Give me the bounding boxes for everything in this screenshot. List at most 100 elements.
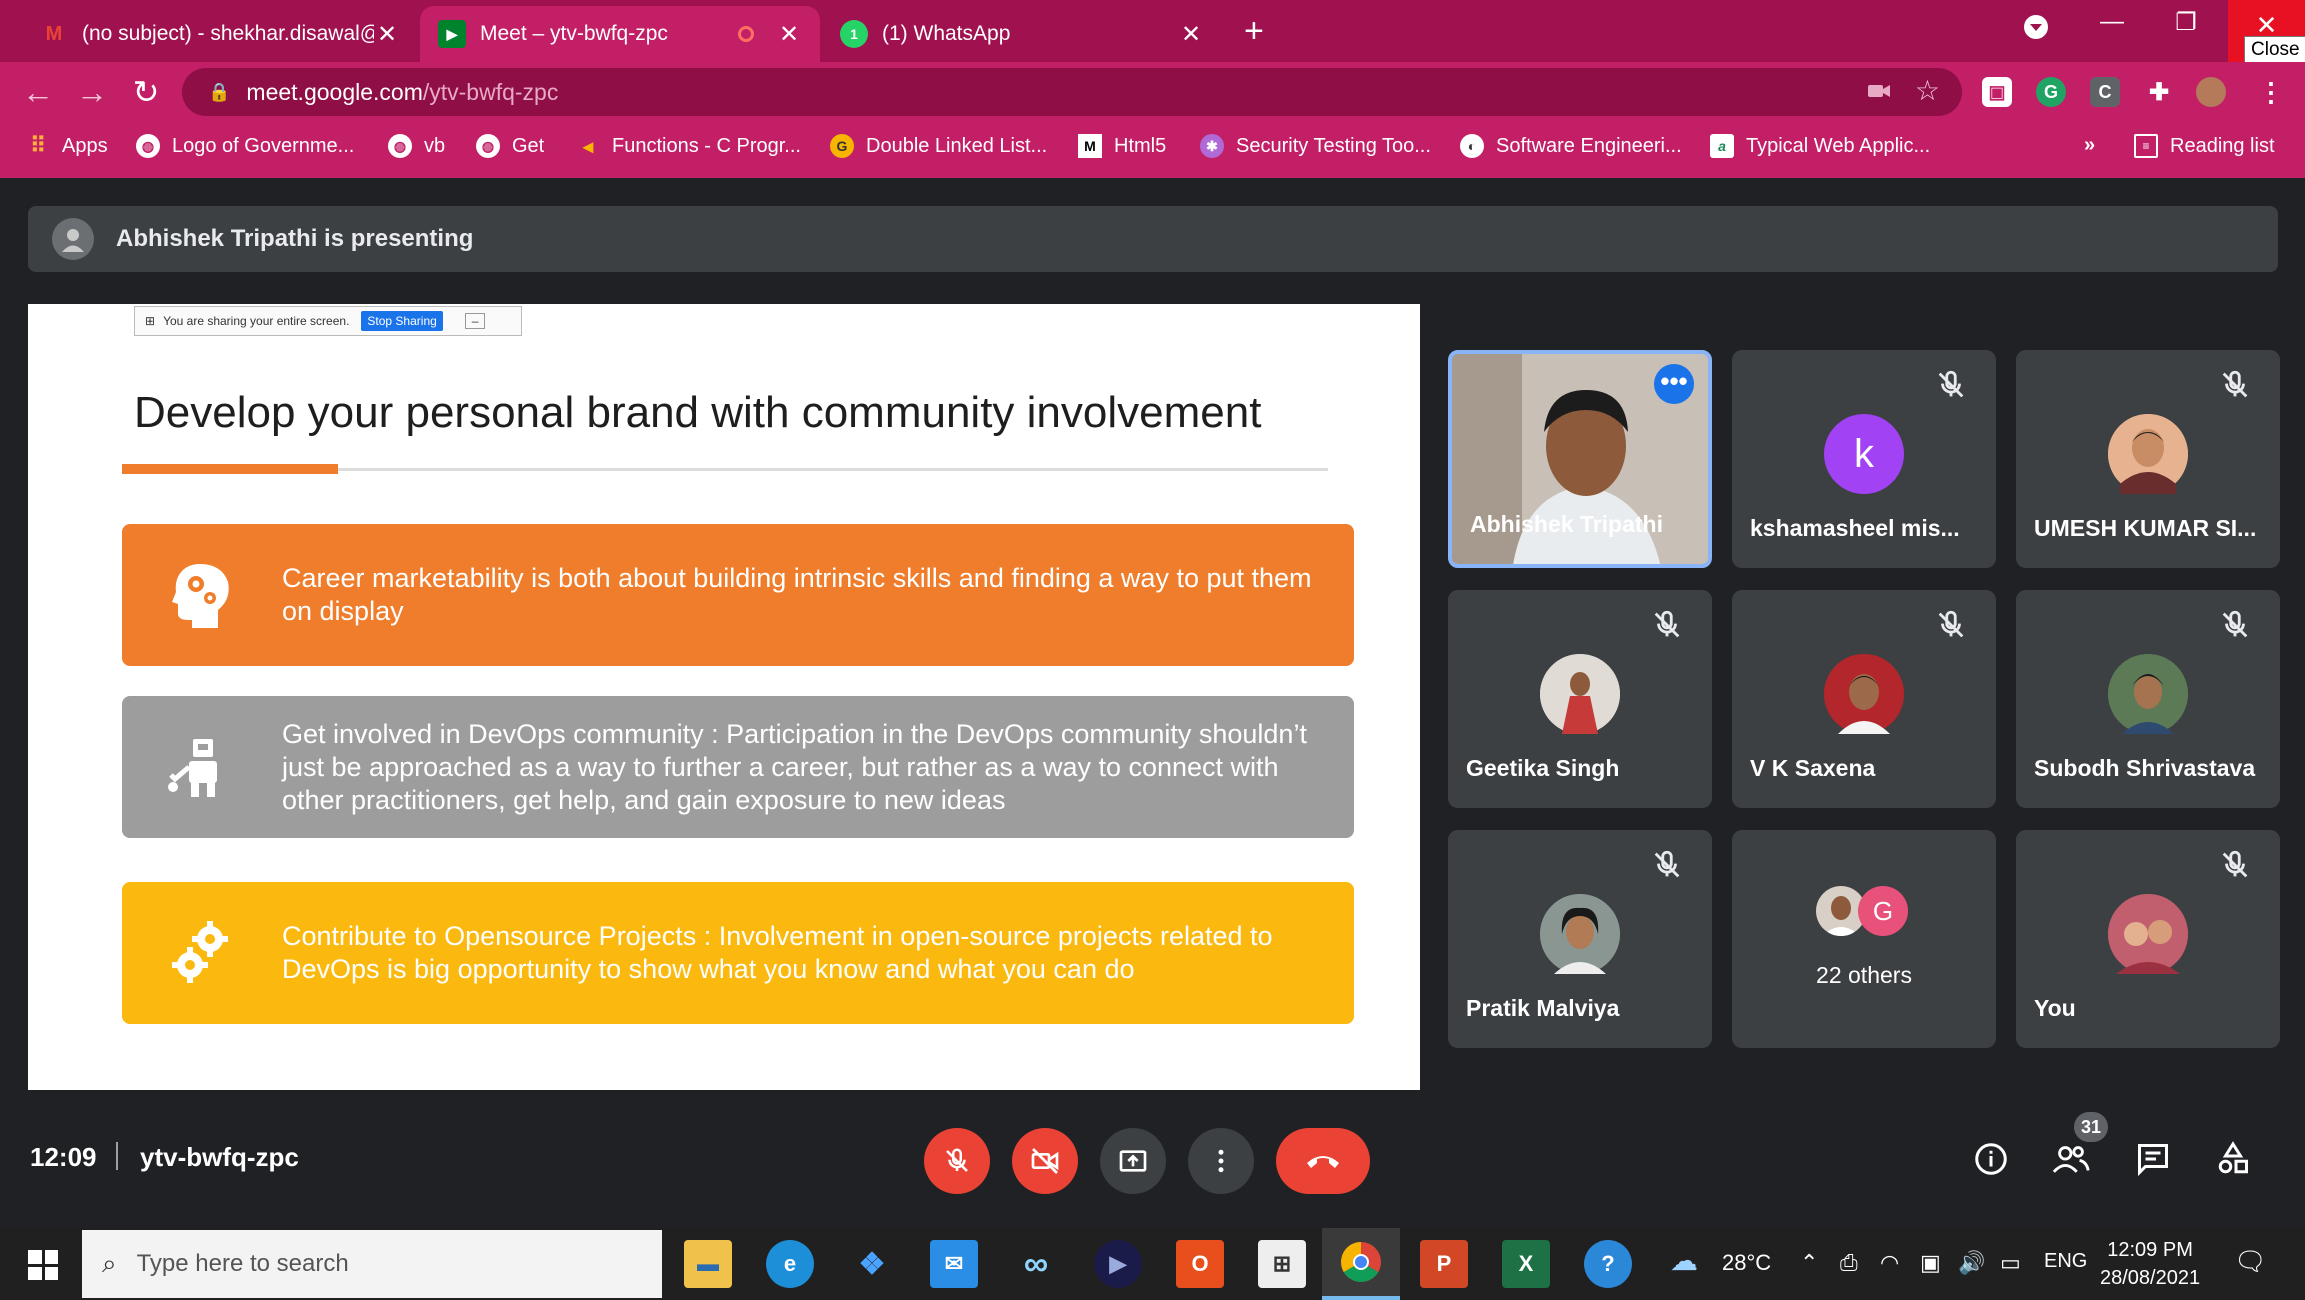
meeting-controls-bar: 12:09 ytv-bwfq-zpc 31 xyxy=(0,1108,2305,1208)
close-tab-icon[interactable]: ✕ xyxy=(1178,20,1204,49)
battery-icon[interactable]: ▭ xyxy=(2000,1250,2021,1276)
volume-icon[interactable]: 🔊 xyxy=(1958,1250,1985,1276)
participant-tile[interactable]: Geetika Singh xyxy=(1448,590,1712,808)
camera-off-icon xyxy=(1031,1148,1059,1174)
dropbox-icon[interactable]: ❖ xyxy=(848,1240,896,1288)
camera-in-use-icon[interactable] xyxy=(1866,78,1892,110)
lock-icon: 🔒 xyxy=(208,81,231,102)
profile-dropdown-icon[interactable] xyxy=(2016,14,2056,47)
globe-icon: ◍ xyxy=(476,134,500,158)
reload-button[interactable]: ↻ xyxy=(126,72,166,112)
mic-off-icon xyxy=(1654,850,1680,878)
media-player-icon[interactable]: ▶ xyxy=(1094,1240,1142,1288)
participant-tile[interactable]: k kshamasheel mis... xyxy=(1732,350,1996,568)
globe-icon: ◍ xyxy=(136,134,160,158)
bookmark-get[interactable]: ◍ Get xyxy=(476,134,544,158)
close-tab-icon[interactable]: ✕ xyxy=(776,20,802,49)
weather-cloud-icon[interactable]: ☁ xyxy=(1670,1244,1698,1277)
chrome-icon xyxy=(1341,1242,1381,1282)
mail-icon[interactable]: ✉ xyxy=(930,1240,978,1288)
infinity-app-icon[interactable]: ∞ xyxy=(1012,1240,1060,1288)
bookmark-logo-of-government[interactable]: ◍ Logo of Governme... xyxy=(136,134,354,158)
chrome-menu-icon[interactable]: ⋮ xyxy=(2256,77,2286,107)
meet-icon: ▶ xyxy=(438,20,466,48)
help-icon[interactable]: ? xyxy=(1584,1240,1632,1288)
bookmark-vb[interactable]: ◍ vb xyxy=(388,134,445,158)
extension-grammarly-icon[interactable]: G xyxy=(2036,77,2066,107)
participant-tile[interactable]: UMESH KUMAR SI... xyxy=(2016,350,2280,568)
present-now-button[interactable] xyxy=(1100,1128,1166,1194)
share-notice-text: You are sharing your entire screen. xyxy=(163,314,350,328)
microphone-toggle-button[interactable] xyxy=(924,1128,990,1194)
whatsapp-icon: 1 xyxy=(840,20,868,48)
bookmark-security-testing[interactable]: ✱ Security Testing Too... xyxy=(1200,134,1431,158)
bookmark-label: Double Linked List... xyxy=(866,134,1048,157)
more-options-icon[interactable]: ••• xyxy=(1654,364,1694,404)
participant-tile-self[interactable]: You xyxy=(2016,830,2280,1048)
presenter-avatar xyxy=(52,218,94,260)
present-screen-icon xyxy=(1119,1150,1147,1172)
tab-gmail[interactable]: M (no subject) - shekhar.disawal@g ✕ xyxy=(22,6,418,62)
notifications-icon[interactable]: 🗨 xyxy=(2234,1246,2267,1277)
wifi-icon[interactable]: ◠ xyxy=(1880,1250,1899,1276)
bookmark-double-linked-list[interactable]: G Double Linked List... xyxy=(830,134,1047,158)
bookmark-functions-c[interactable]: ◂ Functions - C Progr... xyxy=(576,134,801,158)
camera-toggle-button[interactable] xyxy=(1012,1128,1078,1194)
tab-whatsapp[interactable]: 1 (1) WhatsApp ✕ xyxy=(822,6,1222,62)
bookmark-html5[interactable]: M Html5 xyxy=(1078,134,1166,158)
taskbar-search-box[interactable]: ⌕ Type here to search xyxy=(82,1230,662,1298)
gmail-icon: M xyxy=(45,22,63,45)
close-tab-icon[interactable]: ✕ xyxy=(374,20,400,49)
bookmark-star-icon[interactable]: ☆ xyxy=(1915,74,1940,107)
edge-icon[interactable]: e xyxy=(766,1240,814,1288)
activities-button[interactable] xyxy=(2208,1134,2258,1184)
profile-avatar-icon[interactable] xyxy=(2196,77,2226,107)
hide-notice-button[interactable]: – xyxy=(464,313,486,329)
meeting-details-button[interactable] xyxy=(1966,1134,2016,1184)
participant-tile[interactable]: Pratik Malviya xyxy=(1448,830,1712,1048)
forward-button[interactable]: → xyxy=(72,72,112,112)
participant-tile[interactable]: Subodh Shrivastava xyxy=(2016,590,2280,808)
show-hidden-icons-icon[interactable]: ⌃ xyxy=(1800,1250,1818,1276)
bookmark-typical-web-app[interactable]: a Typical Web Applic... xyxy=(1710,134,1930,158)
extension-c-icon[interactable]: C xyxy=(2090,77,2120,107)
windows-start-icon[interactable] xyxy=(28,1250,58,1280)
participant-tile-presenter[interactable]: ••• Abhishek Tripathi xyxy=(1448,350,1712,568)
reading-list-button[interactable]: ≡ Reading list xyxy=(2134,134,2275,158)
chat-button[interactable] xyxy=(2128,1134,2178,1184)
excel-icon[interactable]: X xyxy=(1502,1240,1550,1288)
extensions-puzzle-icon[interactable]: ✚ xyxy=(2144,77,2174,107)
bookmark-apps[interactable]: ⠿ Apps xyxy=(26,133,108,158)
powerpoint-icon[interactable]: P xyxy=(1420,1240,1468,1288)
stop-sharing-button[interactable]: Stop Sharing xyxy=(361,311,443,331)
mic-off-icon xyxy=(1654,610,1680,638)
minimize-button[interactable]: — xyxy=(2092,8,2132,36)
tab-meet[interactable]: ▶ Meet – ytv-bwfq-zpc ✕ xyxy=(420,6,820,62)
office-icon[interactable]: O xyxy=(1176,1240,1224,1288)
avatar xyxy=(1824,654,1904,734)
back-button[interactable]: ← xyxy=(18,72,58,112)
language-indicator[interactable]: ENG xyxy=(2044,1250,2087,1273)
participant-tile-others[interactable]: G 22 others xyxy=(1732,830,1996,1048)
slide-card-career: Career marketability is both about build… xyxy=(122,524,1354,666)
extension-screenshot-icon[interactable]: ▣ xyxy=(1982,77,2012,107)
meet-now-icon[interactable]: ⎙ xyxy=(1840,1250,1858,1276)
leave-call-button[interactable] xyxy=(1276,1128,1370,1194)
bookmark-software-engineering[interactable]: ◐ Software Engineeri... xyxy=(1460,134,1682,158)
more-bookmarks-button[interactable]: » xyxy=(2084,134,2095,157)
url-bar[interactable]: 🔒 meet.google.com/ytv-bwfq-zpc ☆ xyxy=(182,68,1962,116)
system-clock[interactable]: 12:09 PM 28/08/2021 xyxy=(2100,1236,2200,1292)
end-call-icon xyxy=(1307,1156,1339,1168)
network-icon[interactable]: ▣ xyxy=(1920,1250,1941,1276)
file-explorer-icon[interactable]: ▬ xyxy=(684,1240,732,1288)
more-options-button[interactable] xyxy=(1188,1128,1254,1194)
avatar xyxy=(2108,414,2188,494)
apps-grid-icon: ⠿ xyxy=(29,133,47,158)
chrome-taskbar-icon[interactable] xyxy=(1322,1228,1400,1300)
new-tab-button[interactable]: + xyxy=(1244,14,1264,48)
participant-tile[interactable]: V K Saxena xyxy=(1732,590,1996,808)
store-icon[interactable]: ⊞ xyxy=(1258,1240,1306,1288)
restore-button[interactable]: ❐ xyxy=(2166,8,2206,37)
weather-temperature[interactable]: 28°C xyxy=(1722,1250,1771,1276)
people-icon xyxy=(2052,1146,2090,1173)
